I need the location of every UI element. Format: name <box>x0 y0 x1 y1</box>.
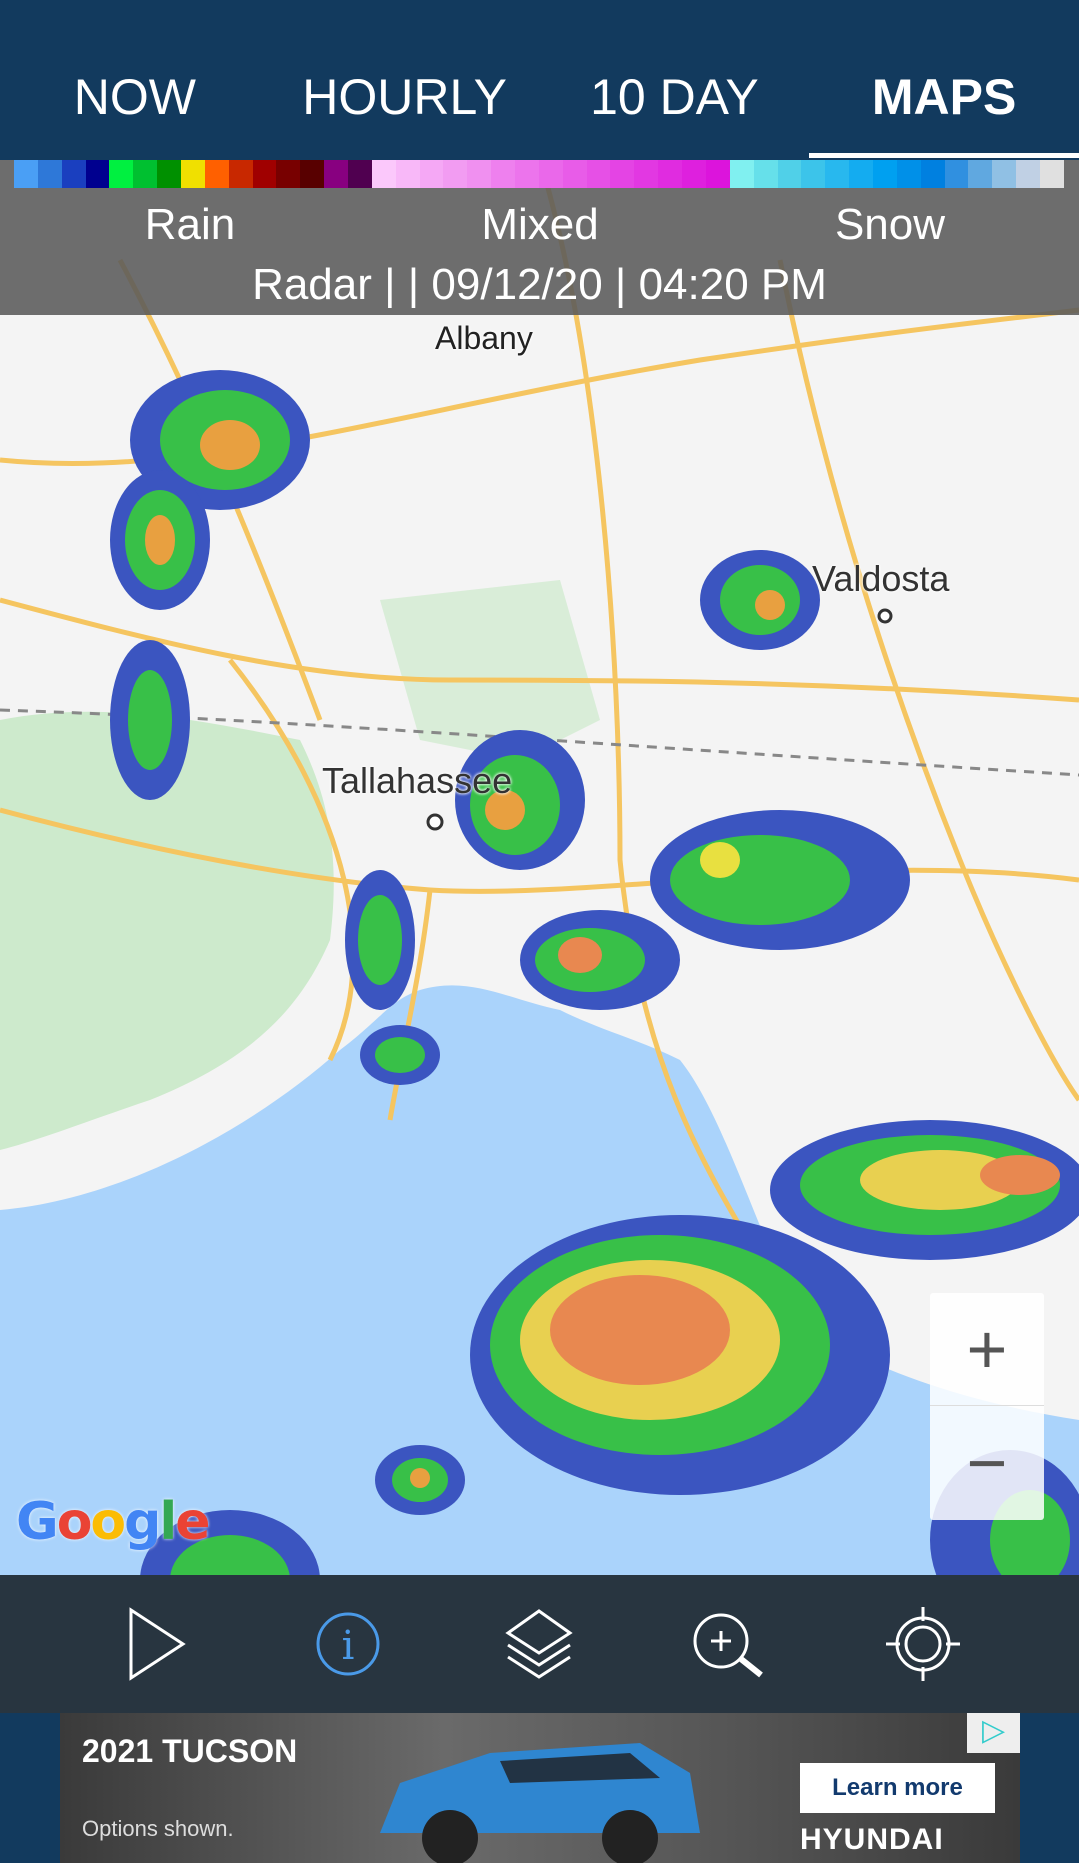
radar-timestamp: Radar | | 09/12/20 | 04:20 PM <box>252 260 827 309</box>
zoom-controls: + − <box>930 1293 1044 1520</box>
locate-button[interactable] <box>878 1599 968 1689</box>
legend-swatch <box>729 160 754 188</box>
play-button[interactable] <box>111 1599 201 1689</box>
info-button[interactable]: i <box>303 1599 393 1689</box>
legend-swatch <box>1016 160 1040 188</box>
legend-swatch <box>658 160 683 188</box>
legend-swatch <box>634 160 659 188</box>
legend-swatch <box>371 160 396 188</box>
legend-swatch <box>491 160 516 188</box>
learn-more-button[interactable]: Learn more <box>800 1763 995 1813</box>
legend-mixed-label: Mixed <box>481 200 599 249</box>
legend-swatch <box>825 160 850 188</box>
zoom-out-button[interactable]: − <box>930 1406 1044 1519</box>
legend-swatch <box>515 160 539 188</box>
city-marker <box>877 608 893 624</box>
legend-swatch <box>801 160 826 188</box>
legend-swatch <box>252 160 277 188</box>
ad-headline: 2021 TUCSON <box>82 1733 298 1769</box>
city-label-valdosta: Valdosta <box>812 558 950 599</box>
legend-swatch <box>443 160 468 188</box>
city-label-albany: Albany <box>435 320 533 356</box>
brand-logo: HYUNDAI <box>800 1823 944 1856</box>
legend-swatch <box>562 160 587 188</box>
legend-swatch <box>276 160 301 188</box>
legend-swatch <box>777 160 802 188</box>
legend-swatch <box>181 160 205 188</box>
city-marker <box>426 813 444 831</box>
radar-legend: Rain Mixed Snow Radar | | 09/12/20 | 04:… <box>0 160 1079 315</box>
color-scale <box>14 160 1064 188</box>
zoom-search-button[interactable] <box>686 1599 776 1689</box>
info-icon: i <box>316 1612 380 1676</box>
legend-rain-label: Rain <box>144 200 236 249</box>
radar-map[interactable]: Tallahassee Valdosta Albany <box>0 160 1079 1575</box>
ad-disclaimer: Options shown. <box>82 1816 234 1841</box>
tab-now[interactable]: NOW <box>0 0 270 160</box>
car-image <box>380 1743 700 1863</box>
legend-swatch <box>419 160 444 188</box>
tab-hourly[interactable]: HOURLY <box>270 0 540 160</box>
city-label-tallahassee: Tallahassee <box>322 760 513 801</box>
legend-swatch <box>85 160 110 188</box>
tab-maps[interactable]: MAPS <box>809 0 1079 160</box>
park-area <box>380 580 600 760</box>
layers-button[interactable] <box>494 1599 584 1689</box>
legend-swatch <box>37 160 62 188</box>
legend-swatch <box>324 160 349 188</box>
locate-icon <box>886 1607 961 1681</box>
legend-swatch <box>395 160 420 188</box>
legend-swatch <box>157 160 182 188</box>
layers-icon <box>505 1609 574 1679</box>
legend-swatch <box>753 160 778 188</box>
legend-swatch <box>228 160 253 188</box>
adchoices-icon[interactable]: ▷ <box>967 1713 1020 1753</box>
legend-swatch <box>348 160 372 188</box>
legend-swatch <box>682 160 706 188</box>
legend-swatch <box>61 160 86 188</box>
legend-swatch <box>849 160 873 188</box>
ad-banner[interactable]: 2021 TUCSON Options shown. Learn more HY… <box>60 1713 1020 1863</box>
legend-swatch <box>705 160 730 188</box>
legend-swatch <box>300 160 325 188</box>
legend-swatch <box>538 160 563 188</box>
legend-swatch <box>1039 160 1064 188</box>
legend-swatch <box>109 160 134 188</box>
legend-swatch <box>204 160 229 188</box>
legend-swatch <box>14 160 38 188</box>
legend-swatch <box>920 160 945 188</box>
tab-bar: NOW HOURLY 10 DAY MAPS <box>0 0 1079 160</box>
legend-swatch <box>968 160 993 188</box>
map-toolbar: i <box>0 1575 1079 1713</box>
svg-text:i: i <box>341 1623 354 1669</box>
legend-swatch <box>133 160 158 188</box>
zoom-in-icon <box>693 1613 764 1678</box>
tab-10-day[interactable]: 10 DAY <box>540 0 810 160</box>
zoom-in-button[interactable]: + <box>930 1293 1044 1406</box>
legend-swatch <box>610 160 635 188</box>
google-logo: Google <box>16 1492 211 1552</box>
legend-swatch <box>467 160 492 188</box>
play-icon <box>129 1607 186 1681</box>
legend-swatch <box>872 160 897 188</box>
map-canvas <box>0 160 1079 1575</box>
legend-swatch <box>944 160 969 188</box>
legend-swatch <box>896 160 921 188</box>
legend-snow-label: Snow <box>834 200 946 249</box>
legend-swatch <box>586 160 611 188</box>
legend-swatch <box>992 160 1017 188</box>
